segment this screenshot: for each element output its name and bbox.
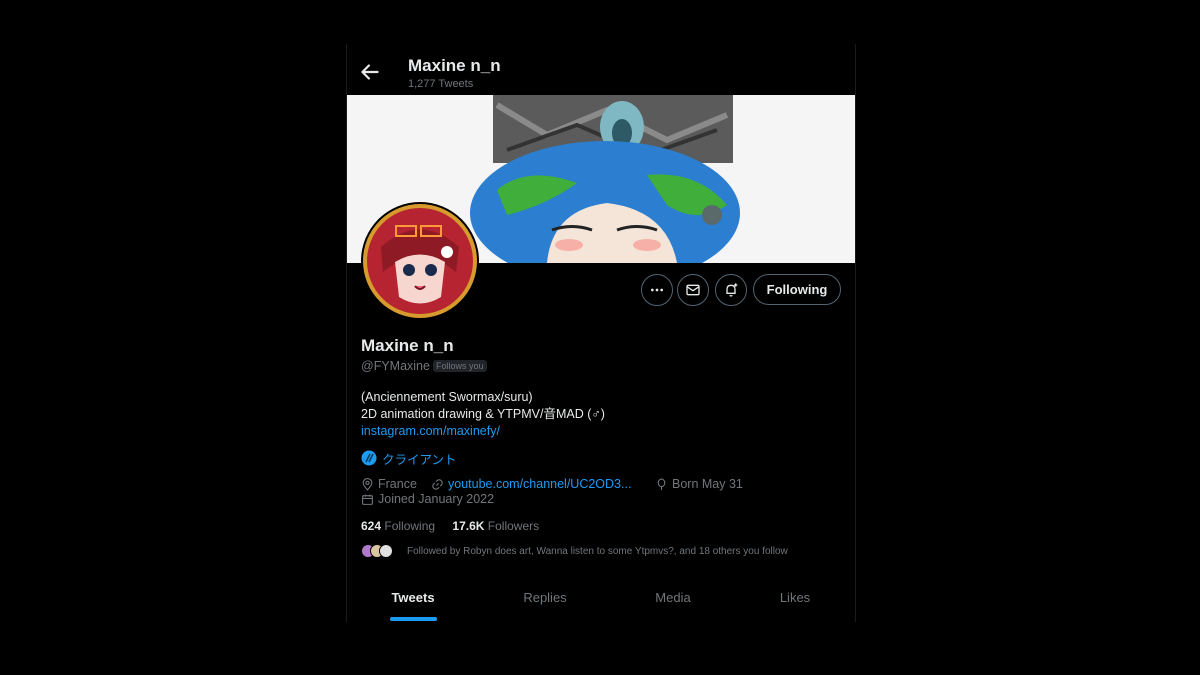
profile-bio: (Anciennement Swormax/suru) 2D animation… [361, 389, 605, 440]
follow-stats: 624 Following 17.6K Followers [361, 519, 539, 533]
profile-website[interactable]: youtube.com/channel/UC2OD3... [431, 477, 631, 491]
following-count: 624 [361, 519, 382, 533]
follows-you-badge: Follows you [433, 360, 487, 372]
profile-panel: Maxine n_n 1,277 Tweets Following Maxine… [346, 44, 856, 622]
active-tab-indicator [390, 617, 437, 621]
following-button[interactable]: Following [753, 274, 841, 305]
tab-tweets[interactable]: Tweets [391, 590, 434, 605]
website-link[interactable]: youtube.com/channel/UC2OD3... [448, 477, 631, 491]
avatar [379, 544, 393, 558]
notifications-button[interactable] [715, 274, 747, 306]
profile-name: Maxine n_n [361, 336, 454, 355]
joined-text: Joined January 2022 [378, 492, 495, 506]
affiliate-badge[interactable]: クライアント [361, 449, 457, 467]
message-button[interactable] [677, 274, 709, 306]
tab-replies[interactable]: Replies [523, 590, 566, 605]
more-icon [651, 288, 663, 292]
tweet-count: 1,277 Tweets [408, 78, 474, 90]
profile-birthday: Born May 31 [655, 477, 743, 491]
following-label: Following [384, 519, 436, 533]
bio-line: (Anciennement Swormax/suru) [361, 390, 533, 404]
tab-likes[interactable]: Likes [780, 590, 810, 605]
followers-count: 17.6K [452, 519, 485, 533]
followers-stat[interactable]: 17.6K Followers [452, 519, 539, 533]
top-bar: Maxine n_n 1,277 Tweets [347, 44, 855, 94]
location-text: France [378, 477, 417, 491]
profile-location: France [361, 477, 417, 491]
affiliate-label: クライアント [382, 452, 457, 467]
bio-link[interactable]: instagram.com/maxinefy/ [361, 424, 500, 438]
more-button[interactable] [641, 274, 673, 306]
mail-icon [686, 284, 700, 296]
profile-handle: @FYMaxine [361, 359, 430, 373]
followers-label: Followers [487, 519, 540, 533]
tab-media[interactable]: Media [655, 590, 690, 605]
profile-joined: Joined January 2022 [361, 492, 494, 506]
bell-plus-icon [726, 283, 738, 297]
calendar-icon [362, 494, 373, 505]
bio-line: 2D animation drawing & YTPMV/音MAD (♂) [361, 407, 605, 421]
follower-avatars [361, 544, 393, 558]
profile-tabs: Tweets Replies Media Likes [347, 576, 855, 622]
followed-by[interactable]: Followed by Robyn does art, Wanna listen… [361, 544, 788, 558]
link-icon [432, 478, 443, 490]
page-title: Maxine n_n [408, 56, 501, 75]
profile-avatar[interactable] [361, 202, 479, 320]
balloon-icon [657, 478, 666, 490]
followed-by-text: Followed by Robyn does art, Wanna listen… [407, 545, 788, 557]
avatar-image [363, 204, 477, 318]
affiliate-logo-icon [361, 450, 377, 466]
location-icon [362, 477, 373, 491]
birthday-text: Born May 31 [672, 477, 743, 491]
back-button[interactable] [357, 59, 383, 85]
arrow-left-icon [361, 64, 379, 80]
following-stat[interactable]: 624 Following [361, 519, 435, 533]
